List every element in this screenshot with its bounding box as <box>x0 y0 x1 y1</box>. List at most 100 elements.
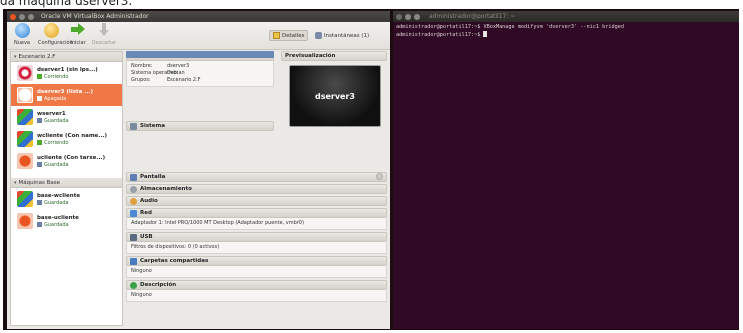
powered-off-icon <box>37 96 42 101</box>
vm-state: Guardada <box>37 200 80 206</box>
close-icon[interactable] <box>396 13 402 20</box>
vm-item-dserver3[interactable]: dserver3 (lista ...) Apagada <box>11 84 122 106</box>
shared-folders-body: Ninguno <box>126 266 387 278</box>
row-value: Debian <box>167 70 185 76</box>
vm-state-label: Apagada <box>44 95 67 102</box>
system-section: Sistema <box>126 121 274 131</box>
details-label: Detalles <box>282 32 305 39</box>
description-title: Descripción <box>140 282 177 288</box>
general-body: Nombre: dserver3 Sistema operativo: Debian… <box>126 61 274 87</box>
vm-item-base-wcliente[interactable]: base-wcliente Guardada <box>11 188 122 210</box>
preview-screen: dserver3 <box>289 65 381 127</box>
close-icon[interactable] <box>10 13 16 20</box>
preview-title: Previsualización <box>285 53 336 59</box>
gear-icon <box>43 23 59 38</box>
vm-item-dserver1[interactable]: dserver1 (sin ips...) Corriendo <box>11 62 122 84</box>
new-button[interactable]: Nueva <box>9 23 35 46</box>
vm-item-wcliente[interactable]: wcliente (Con name...) Corriendo <box>11 128 122 150</box>
vm-state: Corriendo <box>37 140 107 146</box>
saved-icon <box>37 118 42 123</box>
settings-button[interactable]: Configuración <box>38 23 73 46</box>
vm-item-wserver1[interactable]: wserver1 Guardada <box>11 106 122 128</box>
vm-state: Guardada <box>37 118 69 124</box>
start-label: Iniciar <box>70 40 86 46</box>
preview-section: Previsualización <box>281 51 387 61</box>
vm-item-base-ucliente[interactable]: base-ucliente Guardada <box>11 210 122 232</box>
vm-state: Corriendo <box>37 74 98 80</box>
usb-body: Filtros de dispositivos: 0 (0 activos) <box>126 242 387 254</box>
minimize-icon[interactable] <box>19 13 25 20</box>
saved-icon <box>37 200 42 205</box>
shared-folders-value: Ninguno <box>131 268 152 274</box>
maximize-icon[interactable] <box>414 13 420 20</box>
caption-text: da máquina dserver3. <box>0 0 133 8</box>
terminal-line: administrador@portatil17:~$ VBoxManage m… <box>396 24 624 30</box>
lower-sections: Pantalla Almacenamiento Audio Red Adapta… <box>126 172 387 302</box>
maximize-icon[interactable] <box>28 13 34 20</box>
running-icon <box>37 74 42 79</box>
vm-item-ucliente[interactable]: ucliente (Con tarxe...) Guardada <box>11 150 122 172</box>
snapshots-label: Instantáneas (1) <box>324 32 370 39</box>
new-icon <box>14 23 30 38</box>
storage-header[interactable]: Almacenamiento <box>126 184 387 194</box>
display-title: Pantalla <box>140 174 166 180</box>
details-button[interactable]: Detalles <box>269 30 309 41</box>
vm-group-header[interactable]: ▾ Escenario 2.F <box>11 52 122 62</box>
vm-group-header[interactable]: ▾ Máquinas Base <box>11 178 122 188</box>
audio-header[interactable]: Audio <box>126 196 387 206</box>
vm-name: dserver3 (lista ...) <box>37 88 94 95</box>
general-header[interactable]: General <box>126 51 274 61</box>
vm-name: base-ucliente <box>37 214 79 221</box>
system-header[interactable]: Sistema <box>126 121 274 131</box>
vm-name: base-wcliente <box>37 192 81 199</box>
collapse-toggle-icon[interactable] <box>376 173 383 180</box>
windows-xp-icon <box>17 191 33 207</box>
preview-header[interactable]: Previsualización <box>281 51 387 61</box>
settings-label: Configuración <box>38 40 73 46</box>
minimize-icon[interactable] <box>405 13 411 20</box>
start-button[interactable]: Iniciar <box>65 23 91 46</box>
virtualbox-toolbar: Nueva Configuración Iniciar Descartar De… <box>7 22 390 50</box>
usb-title: USB <box>140 234 153 240</box>
debian-icon <box>17 65 33 81</box>
virtualbox-title: Oracle VM VirtualBox Administrador <box>41 13 149 20</box>
terminal-window[interactable]: administrador@portatil17: ~ administrado… <box>393 11 739 329</box>
description-header[interactable]: Descripción <box>126 280 387 290</box>
group-label: Escenario 2.F <box>18 53 56 60</box>
folder-icon <box>130 257 137 265</box>
start-arrow-icon <box>71 23 85 35</box>
row-key: Sistema operativo: <box>131 70 179 76</box>
terminal-prompt: administrador@portatil17:~$ <box>396 32 484 38</box>
vm-name: ucliente (Con tarxe...) <box>37 154 106 161</box>
discard-button[interactable]: Descartar <box>91 23 117 46</box>
terminal-output[interactable]: administrador@portatil17:~$ VBoxManage m… <box>393 22 739 41</box>
text-cursor <box>483 31 488 37</box>
usb-header[interactable]: USB <box>126 232 387 242</box>
vm-name: dserver1 (sin ips...) <box>37 66 98 73</box>
running-icon <box>37 140 42 145</box>
network-header[interactable]: Red <box>126 208 387 218</box>
description-body: Ninguno <box>126 290 387 302</box>
network-icon <box>130 209 137 217</box>
snapshots-button[interactable]: Instantáneas (1) <box>312 30 372 41</box>
row-key: Nombre: <box>131 63 153 69</box>
details-pane: General Nombre: dserver3 Sistema operativ… <box>126 51 387 326</box>
details-icon <box>273 32 280 39</box>
row-value: Escenario 2.F <box>167 77 201 83</box>
description-value: Ninguno <box>131 292 152 298</box>
ubuntu-icon <box>17 213 33 229</box>
shared-folders-header[interactable]: Carpetas compartidas <box>126 256 387 266</box>
audio-title: Audio <box>140 198 158 204</box>
camera-icon <box>315 32 322 39</box>
vm-state-label: Guardada <box>44 161 69 168</box>
storage-title: Almacenamiento <box>140 186 192 192</box>
disk-icon <box>130 185 137 193</box>
debian-icon <box>17 87 33 103</box>
display-header[interactable]: Pantalla <box>126 172 387 182</box>
general-row: Nombre: dserver3 <box>131 63 269 70</box>
new-label: Nueva <box>13 40 30 46</box>
vm-state-label: Corriendo <box>44 139 69 146</box>
saved-icon <box>37 222 42 227</box>
vm-state-label: Guardada <box>44 199 69 206</box>
network-body: Adaptador 1: Intel PRO/1000 MT Desktop (… <box>126 218 387 230</box>
